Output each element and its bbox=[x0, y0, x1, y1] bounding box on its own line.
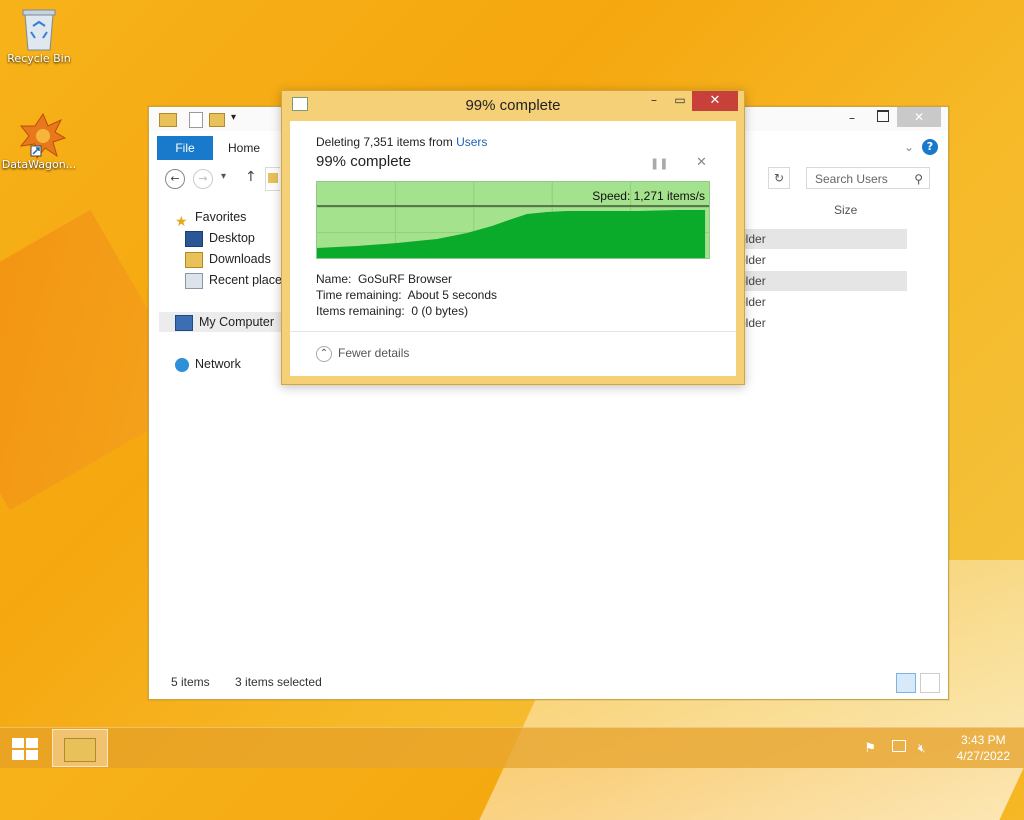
nav-label: Desktop bbox=[209, 231, 255, 245]
clock[interactable]: 3:43 PM 4/27/2022 bbox=[957, 732, 1010, 764]
flag-icon[interactable]: ⚑ bbox=[864, 741, 880, 757]
maximize-button[interactable] bbox=[877, 110, 889, 122]
folder-icon bbox=[268, 173, 278, 183]
tab-file[interactable]: File bbox=[157, 136, 213, 160]
taskbar-file-explorer[interactable] bbox=[52, 729, 108, 767]
windows-logo-icon bbox=[12, 738, 38, 760]
datawagon-icon bbox=[19, 112, 67, 160]
list-item[interactable]: older bbox=[737, 250, 907, 270]
operation-text: Deleting 7,351 items from bbox=[316, 135, 457, 149]
refresh-button[interactable]: ↻ bbox=[768, 167, 790, 189]
new-folder-icon[interactable] bbox=[209, 113, 225, 127]
network-icon bbox=[175, 357, 189, 372]
cancel-icon[interactable]: ✕ bbox=[696, 155, 707, 170]
computer-icon bbox=[175, 314, 193, 331]
selected-count: 3 items selected bbox=[235, 675, 322, 689]
chevron-down-icon[interactable]: ⌄ bbox=[904, 140, 914, 154]
taskbar: ⚑ 🔇︎ 3:43 PM 4/27/2022 bbox=[0, 727, 1024, 768]
volume-muted-icon[interactable]: 🔇︎ bbox=[918, 741, 934, 757]
list-item[interactable]: older bbox=[737, 313, 907, 333]
nav-label: Downloads bbox=[209, 252, 271, 266]
name-value: GoSuRF Browser bbox=[358, 272, 453, 286]
item-count: 5 items bbox=[171, 675, 210, 689]
search-icon: ⚲ bbox=[914, 172, 923, 186]
nav-recent-places[interactable]: Recent places bbox=[185, 270, 288, 290]
folder-icon bbox=[159, 113, 177, 127]
time-value: About 5 seconds bbox=[407, 288, 498, 302]
items-row: Items remaining: 0 (0 bytes) bbox=[316, 303, 497, 319]
status-bar: 5 items 3 items selected bbox=[171, 675, 344, 689]
list-item[interactable]: older bbox=[737, 271, 907, 291]
nav-label: Recent places bbox=[209, 273, 289, 287]
folder-icon bbox=[64, 738, 96, 762]
desktop-icon-label: DataWagon... bbox=[1, 158, 77, 171]
time-label: Time remaining: bbox=[316, 288, 402, 302]
dialog-titlebar: 99% complete – ▭ ✕ bbox=[282, 91, 744, 121]
desktop-icon bbox=[185, 230, 203, 247]
nav-my-computer[interactable]: My Computer bbox=[159, 312, 301, 332]
name-label: Name: bbox=[316, 272, 352, 286]
list-item[interactable]: older bbox=[737, 292, 907, 312]
desktop-icon-label: Recycle Bin bbox=[7, 52, 71, 65]
nav-label: Network bbox=[195, 357, 241, 371]
tab-home[interactable]: Home bbox=[219, 136, 269, 160]
search-placeholder: Search Users bbox=[815, 172, 888, 186]
star-icon: ★ bbox=[175, 212, 188, 229]
recent-places-icon bbox=[185, 272, 203, 289]
time-row: Time remaining: About 5 seconds bbox=[316, 287, 497, 303]
nav-label: My Computer bbox=[199, 315, 275, 329]
nav-downloads[interactable]: Downloads bbox=[185, 249, 271, 269]
fewer-details-label: Fewer details bbox=[338, 346, 410, 361]
large-icons-view-button[interactable] bbox=[920, 673, 940, 693]
customize-toolbar-icon[interactable]: ▾ bbox=[231, 112, 236, 123]
target-folder-link[interactable]: Users bbox=[456, 135, 487, 149]
speed-label: Speed: 1,271 items/s bbox=[592, 189, 705, 203]
minimize-button[interactable]: – bbox=[849, 111, 855, 125]
nav-network[interactable]: Network bbox=[175, 354, 241, 374]
clock-time: 3:43 PM bbox=[960, 733, 1006, 747]
downloads-icon bbox=[185, 251, 203, 268]
nav-favorites[interactable]: ★ Favorites bbox=[175, 207, 247, 229]
items-value: 0 (0 bytes) bbox=[411, 304, 469, 318]
properties-icon[interactable] bbox=[189, 112, 203, 128]
delete-progress-dialog: 99% complete – ▭ ✕ Deleting 7,351 items … bbox=[281, 90, 745, 385]
dialog-body: Deleting 7,351 items from Users 99% comp… bbox=[290, 121, 736, 376]
column-header-size[interactable]: Size bbox=[834, 203, 857, 217]
percent-complete: 99% complete bbox=[316, 153, 412, 170]
close-button[interactable]: ✕ bbox=[897, 107, 941, 127]
divider bbox=[290, 331, 736, 332]
maximize-button[interactable]: ▭ bbox=[666, 91, 694, 111]
minimize-button[interactable]: – bbox=[640, 91, 668, 111]
fewer-details-button[interactable]: ⌃ Fewer details bbox=[316, 346, 409, 362]
nav-desktop[interactable]: Desktop bbox=[185, 228, 255, 248]
system-tray: ⚑ 🔇︎ bbox=[856, 740, 934, 757]
items-label: Items remaining: bbox=[316, 304, 405, 318]
desktop-icon-datawagon[interactable]: DataWagon... bbox=[0, 112, 78, 171]
network-icon[interactable] bbox=[892, 740, 907, 752]
clock-date: 4/27/2022 bbox=[956, 749, 1010, 763]
forward-button[interactable]: → bbox=[193, 169, 213, 189]
operation-description: Deleting 7,351 items from Users bbox=[316, 135, 487, 149]
start-button[interactable] bbox=[10, 736, 40, 762]
address-bar[interactable] bbox=[265, 167, 280, 191]
speed-graph: Speed: 1,271 items/s bbox=[316, 181, 710, 259]
recycle-bin-icon bbox=[19, 6, 59, 51]
search-input[interactable]: Search Users ⚲ bbox=[806, 167, 930, 189]
help-icon[interactable]: ? bbox=[922, 139, 938, 155]
chevron-up-icon: ⌃ bbox=[316, 346, 332, 362]
list-item[interactable]: older bbox=[737, 229, 907, 249]
back-button[interactable]: ← bbox=[165, 169, 185, 189]
close-button[interactable]: ✕ bbox=[692, 91, 738, 111]
details-view-button[interactable] bbox=[896, 673, 916, 693]
pause-icon[interactable]: ❚❚ bbox=[650, 157, 668, 170]
desktop-icon-recycle-bin[interactable]: Recycle Bin bbox=[0, 6, 78, 65]
nav-label: Favorites bbox=[195, 210, 247, 224]
name-row: Name: GoSuRF Browser bbox=[316, 271, 497, 287]
up-button[interactable]: ↑ bbox=[245, 169, 257, 185]
recent-locations-icon[interactable]: ▾ bbox=[221, 171, 226, 182]
details-info: Name: GoSuRF Browser Time remaining: Abo… bbox=[316, 271, 497, 319]
